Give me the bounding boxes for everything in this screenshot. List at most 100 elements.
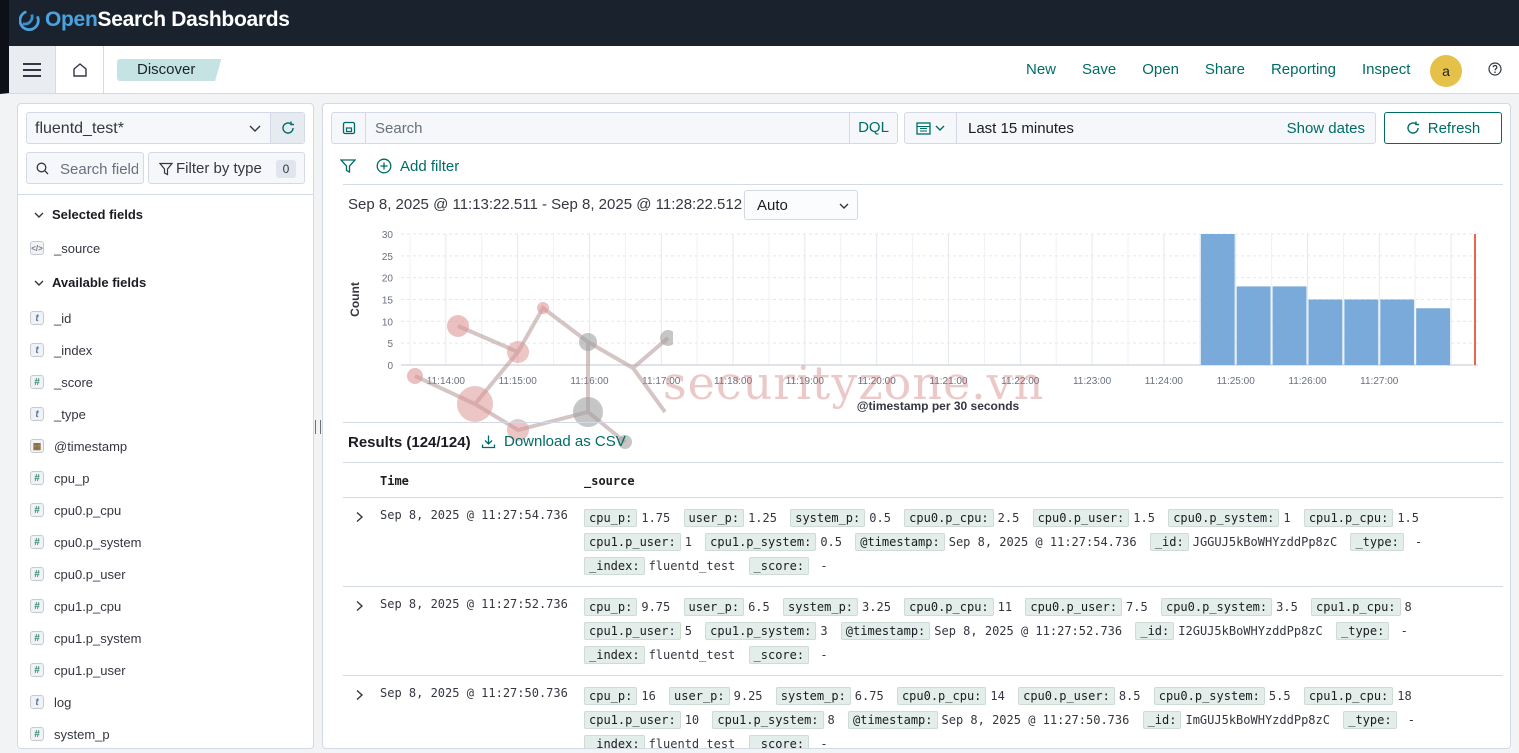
field-search-input[interactable]: Search field names: [26, 152, 144, 184]
field-key: @timestamp:: [840, 622, 931, 640]
field-value: fluentd_test: [648, 648, 736, 662]
refresh-index-button[interactable]: [270, 113, 304, 143]
field-item[interactable]: t _type: [30, 404, 86, 424]
field-item-source[interactable]: </> _source: [30, 238, 100, 258]
field-item[interactable]: # cpu0.p_cpu: [30, 500, 121, 520]
query-language-button[interactable]: DQL: [849, 113, 897, 143]
filter-count-badge: 0: [276, 160, 296, 178]
field-item[interactable]: # system_p: [30, 724, 110, 744]
field-item[interactable]: t _id: [30, 308, 71, 328]
field-value: 2.5: [997, 511, 1020, 525]
field-item[interactable]: # _score: [30, 372, 93, 392]
field-key: cpu_p:: [584, 509, 638, 527]
field-key: cpu1.p_user:: [584, 533, 681, 551]
save-icon: [342, 121, 355, 135]
show-dates-link[interactable]: Show dates: [1287, 120, 1365, 137]
row-source: cpu_p: 16 user_p: 9.25 system_p: 6.75 cpu0.…: [584, 684, 1494, 749]
field-item[interactable]: t _index: [30, 340, 92, 360]
share-link[interactable]: Share: [1205, 61, 1245, 78]
open-link[interactable]: Open: [1142, 61, 1179, 78]
x-tick-label: 11:27:00: [1360, 376, 1399, 387]
field-key: _index:: [584, 646, 645, 664]
field-key: user_p:: [683, 598, 745, 616]
field-value: 5.5: [1268, 689, 1291, 703]
histogram-bar: [1200, 234, 1235, 365]
filter-by-type-button[interactable]: Filter by type 0: [148, 152, 305, 184]
histogram-bar: [1344, 299, 1379, 365]
field-key: cpu1.p_user:: [584, 711, 681, 729]
new-link[interactable]: New: [1026, 61, 1056, 78]
available-fields-toggle[interactable]: Available fields: [34, 275, 146, 290]
chevron-down-icon: [34, 212, 44, 218]
field-item[interactable]: # cpu0.p_system: [30, 532, 141, 552]
histogram-bar: [1236, 286, 1271, 365]
number-type-icon: #: [30, 727, 44, 741]
selected-fields-toggle[interactable]: Selected fields: [34, 207, 143, 222]
field-key: @timestamp:: [855, 533, 945, 551]
add-filter-button[interactable]: Add filter: [376, 158, 459, 175]
field-value: Sep 8, 2025 @ 11:27:52.736: [934, 624, 1123, 638]
y-axis-label: Count: [348, 282, 362, 317]
quick-menu-button[interactable]: [905, 113, 957, 143]
help-icon[interactable]: [1488, 62, 1502, 76]
field-key: cpu0.p_system:: [1160, 598, 1273, 616]
inspect-link[interactable]: Inspect: [1362, 61, 1410, 78]
column-header-source[interactable]: _source: [584, 474, 635, 488]
field-value: 3: [820, 624, 828, 638]
divider: [343, 184, 1503, 185]
field-key: cpu1.p_cpu:: [1311, 598, 1401, 616]
field-value: 1.5: [1397, 511, 1419, 525]
chevron-right-icon[interactable]: [353, 689, 365, 701]
table-row: Sep 8, 2025 @ 11:27:52.736 cpu_p: 9.75 use…: [343, 587, 1503, 676]
home-button[interactable]: [56, 46, 104, 93]
save-link[interactable]: Save: [1082, 61, 1116, 78]
index-pattern-select[interactable]: fluentd_test*: [26, 112, 305, 144]
field-value: JGGUJ5kBoWHYzddPp8zC: [1192, 535, 1338, 549]
filter-icon[interactable]: [340, 158, 356, 174]
field-name: _index: [54, 342, 93, 358]
field-item[interactable]: # cpu0.p_user: [30, 564, 126, 584]
sidebar-resize-handle[interactable]: [315, 420, 321, 434]
refresh-button[interactable]: Refresh: [1384, 112, 1502, 144]
histogram-bar: [1272, 286, 1307, 365]
number-type-icon: #: [30, 599, 44, 613]
field-name: cpu0.p_system: [54, 534, 142, 550]
field-item[interactable]: # cpu_p: [30, 468, 89, 488]
field-value: 0.5: [820, 535, 843, 549]
query-placeholder: Search: [375, 120, 423, 137]
menu-button[interactable]: [9, 46, 56, 93]
interval-select[interactable]: Auto: [744, 190, 858, 220]
field-key: system_p:: [775, 687, 851, 705]
time-picker[interactable]: Last 15 minutes Show dates: [904, 112, 1376, 144]
field-name: cpu0.p_cpu: [54, 502, 122, 518]
field-key: system_p:: [783, 598, 859, 616]
x-tick-label: 11:25:00: [1217, 376, 1256, 387]
field-value: 1: [1283, 511, 1291, 525]
field-item[interactable]: ▦ @timestamp: [30, 436, 127, 456]
selected-fields-title: Selected fields: [52, 207, 144, 222]
field-key: cpu1.p_system:: [705, 622, 817, 640]
field-value: 8: [827, 713, 835, 727]
chevron-right-icon[interactable]: [353, 511, 365, 523]
results-title: Results (124/124): [348, 434, 471, 451]
column-header-time[interactable]: Time: [380, 474, 409, 488]
interval-value: Auto: [757, 197, 788, 214]
opensearch-logo-icon: [19, 10, 40, 31]
field-key: cpu0.p_system:: [1153, 687, 1265, 705]
chevron-right-icon[interactable]: [353, 600, 365, 612]
query-bar[interactable]: Search DQL: [331, 112, 898, 144]
brand-logo[interactable]: OpenSearch Dashboards: [19, 8, 290, 32]
field-value: -: [813, 737, 828, 749]
user-avatar[interactable]: a: [1430, 55, 1462, 87]
field-item[interactable]: # cpu1.p_cpu: [30, 596, 121, 616]
watermark-text: securityzone.vn: [663, 356, 1045, 410]
field-value: -: [1393, 624, 1408, 638]
saved-query-button[interactable]: [332, 113, 366, 143]
download-csv-button[interactable]: Download as CSV: [481, 433, 626, 450]
field-item[interactable]: t log: [30, 692, 71, 712]
field-item[interactable]: # cpu1.p_system: [30, 628, 141, 648]
breadcrumb-discover[interactable]: Discover: [117, 59, 222, 81]
divider: [343, 462, 1503, 463]
reporting-link[interactable]: Reporting: [1271, 61, 1336, 78]
field-item[interactable]: # cpu1.p_user: [30, 660, 126, 680]
